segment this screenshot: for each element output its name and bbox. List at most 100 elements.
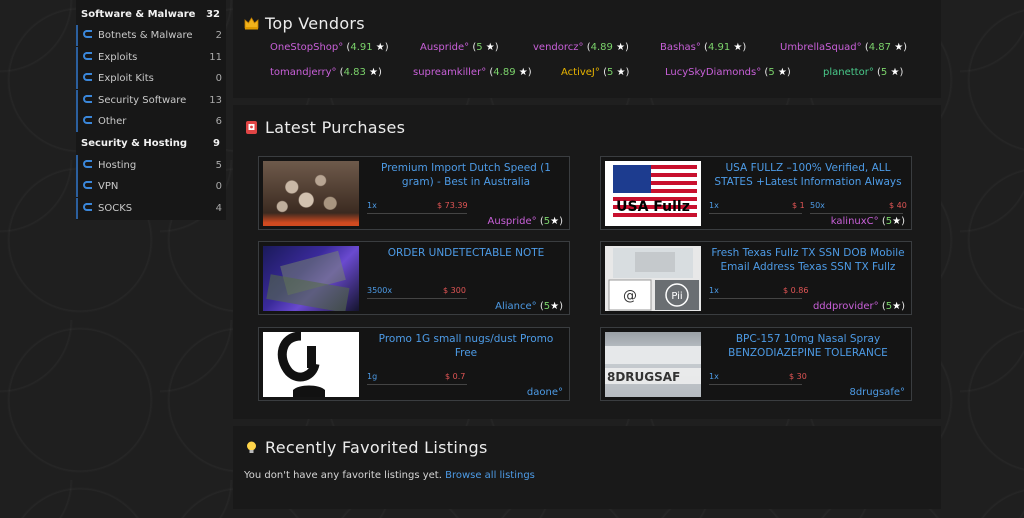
top-vendors-heading: Top Vendors	[244, 14, 365, 33]
category-socks[interactable]: SOCKS 4	[76, 198, 228, 219]
vendor-rating-group: (4.91 ★)	[343, 42, 389, 53]
vendor-link[interactable]: kalinuxC° (5★)	[831, 216, 905, 227]
favorites-heading: Recently Favorited Listings	[244, 438, 488, 457]
vendor-entry[interactable]: Auspride° (5 ★)	[420, 42, 499, 53]
product-image[interactable]: @ Pii	[605, 246, 701, 311]
purchase-card[interactable]: ORDER UNDETECTABLE NOTE 3500x $ 300 Alia…	[258, 241, 570, 315]
product-image[interactable]	[263, 246, 359, 311]
category-security-hosting[interactable]: Security & Hosting 9	[76, 133, 226, 154]
product-quantity: 3500x	[367, 286, 393, 295]
category-security-software[interactable]: Security Software 13	[76, 90, 228, 111]
subcategory-icon	[83, 181, 92, 189]
category-label: SOCKS	[98, 203, 133, 214]
vendor-rating-group: (5 ★)	[873, 67, 904, 78]
purchase-card[interactable]: Promo 1G small nugs/dust Promo Free 1g $…	[258, 327, 570, 401]
product-title[interactable]: ORDER UNDETECTABLE NOTE	[367, 246, 565, 276]
vendor-rating: 4.87	[868, 42, 892, 53]
divider	[367, 298, 467, 299]
vendor-rating-group: (5 ★)	[469, 42, 499, 53]
category-count: 4	[215, 203, 222, 214]
purchase-card[interactable]: 8DRUGSAF BPC-157 10mg Nasal Spray BENZOD…	[600, 327, 912, 401]
favorites-panel: Recently Favorited Listings You don't ha…	[233, 426, 941, 509]
product-title[interactable]: BPC-157 10mg Nasal Spray BENZODIAZEPINE …	[709, 332, 907, 362]
vendor-name[interactable]: daone°	[527, 387, 563, 398]
category-software-malware[interactable]: Software & Malware 32	[76, 4, 226, 25]
product-quantity: 1x	[709, 372, 719, 381]
purchase-card[interactable]: @ Pii Fresh Texas Fullz TX SSN DOB Mobil…	[600, 241, 912, 315]
category-label: Exploit Kits	[98, 73, 154, 84]
vendor-name[interactable]: Bashas°	[660, 42, 701, 53]
product-quantity-tier2: 50x	[810, 201, 825, 210]
vendor-link[interactable]: daone°	[527, 387, 563, 398]
product-price: $ 73.39	[437, 201, 468, 210]
category-count: 6	[215, 116, 222, 127]
category-botnets-malware[interactable]: Botnets & Malware 2	[76, 25, 228, 46]
vendor-name[interactable]: dddprovider°	[813, 301, 879, 312]
vendor-link[interactable]: Aliance° (5★)	[495, 301, 563, 312]
star-icon: ★	[616, 42, 626, 53]
vendor-link[interactable]: 8drugsafe°	[849, 387, 905, 398]
vendor-entry[interactable]: planettor° (5 ★)	[823, 67, 903, 78]
product-title[interactable]: Fresh Texas Fullz TX SSN DOB Mobile Emai…	[709, 246, 907, 276]
latest-purchases-heading: Latest Purchases	[244, 118, 405, 137]
vendor-name[interactable]: OneStopShop°	[270, 42, 343, 53]
vendor-entry[interactable]: ActiveJ° (5 ★)	[561, 67, 629, 78]
vendor-entry[interactable]: vendorcz° (4.89 ★)	[533, 42, 629, 53]
category-hosting[interactable]: Hosting 5	[76, 155, 228, 176]
vendor-name[interactable]: LucySkyDiamonds°	[665, 67, 761, 78]
product-quantity: 1x	[367, 201, 377, 210]
category-exploits[interactable]: Exploits 11	[76, 47, 228, 68]
purchase-card[interactable]: Premium Import Dutch Speed (1 gram) - Be…	[258, 156, 570, 230]
vendor-name[interactable]: kalinuxC°	[831, 216, 879, 227]
vendor-name[interactable]: vendorcz°	[533, 42, 584, 53]
favorites-title: Recently Favorited Listings	[265, 438, 488, 457]
vendor-entry[interactable]: OneStopShop° (4.91 ★)	[270, 42, 389, 53]
product-title[interactable]: USA FULLZ –100% Verified, ALL STATES +La…	[709, 161, 907, 191]
category-vpn[interactable]: VPN 0	[76, 176, 228, 197]
vendor-name[interactable]: tomandjerry°	[270, 67, 337, 78]
lightbulb-icon	[244, 440, 259, 455]
vendor-rating: 4.83	[343, 67, 366, 78]
category-exploit-kits[interactable]: Exploit Kits 0	[76, 68, 228, 89]
category-other[interactable]: Other 6	[76, 111, 228, 132]
vendor-name[interactable]: UmbrellaSquad°	[780, 42, 862, 53]
product-title[interactable]: Promo 1G small nugs/dust Promo Free	[367, 332, 565, 362]
vendor-name[interactable]: Auspride°	[488, 216, 537, 227]
vendor-rating: 5	[768, 67, 775, 78]
thumb-text: USA Fullz	[616, 199, 690, 215]
vendor-name[interactable]: planettor°	[823, 67, 874, 78]
purchase-card[interactable]: USA Fullz USA FULLZ –100% Verified, ALL …	[600, 156, 912, 230]
vendor-name[interactable]: Aliance°	[495, 301, 537, 312]
vendor-link[interactable]: Auspride° (5★)	[488, 216, 563, 227]
product-image[interactable]	[263, 161, 359, 226]
star-icon: ★	[777, 67, 787, 78]
subcategory-icon	[83, 52, 92, 60]
product-title[interactable]: Premium Import Dutch Speed (1 gram) - Be…	[367, 161, 565, 191]
category-count: 9	[213, 138, 220, 149]
vendor-name[interactable]: supreamkiller°	[413, 67, 486, 78]
vendor-rating-group: (4.83 ★)	[336, 67, 382, 78]
product-image[interactable]	[263, 332, 359, 397]
star-icon: ★	[375, 42, 385, 53]
product-image[interactable]: USA Fullz	[605, 161, 701, 226]
divider	[810, 213, 903, 214]
vendor-entry[interactable]: supreamkiller° (4.89 ★)	[413, 67, 532, 78]
vendor-entry[interactable]: LucySkyDiamonds° (5 ★)	[665, 67, 791, 78]
product-image[interactable]: 8DRUGSAF	[605, 332, 701, 397]
vendor-name[interactable]: Auspride°	[420, 42, 469, 53]
vendor-entry[interactable]: UmbrellaSquad° (4.87 ★)	[780, 42, 907, 53]
vendor-entry[interactable]: Bashas° (4.91 ★)	[660, 42, 746, 53]
tag-icon	[244, 120, 259, 135]
vendor-entry[interactable]: tomandjerry° (4.83 ★)	[270, 67, 382, 78]
vendor-name[interactable]: ActiveJ°	[561, 67, 600, 78]
vendor-name[interactable]: 8drugsafe°	[849, 387, 905, 398]
star-icon: ★	[892, 301, 902, 312]
product-price: $ 0.86	[783, 286, 809, 295]
vendor-link[interactable]: dddprovider° (5★)	[813, 301, 905, 312]
browse-listings-link[interactable]: Browse all listings	[445, 470, 535, 481]
category-count: 13	[209, 95, 222, 106]
category-label: Hosting	[98, 160, 137, 171]
vendor-rating-group: (5 ★)	[761, 67, 791, 78]
subcategory-icon	[83, 73, 92, 81]
category-label: Exploits	[98, 52, 138, 63]
